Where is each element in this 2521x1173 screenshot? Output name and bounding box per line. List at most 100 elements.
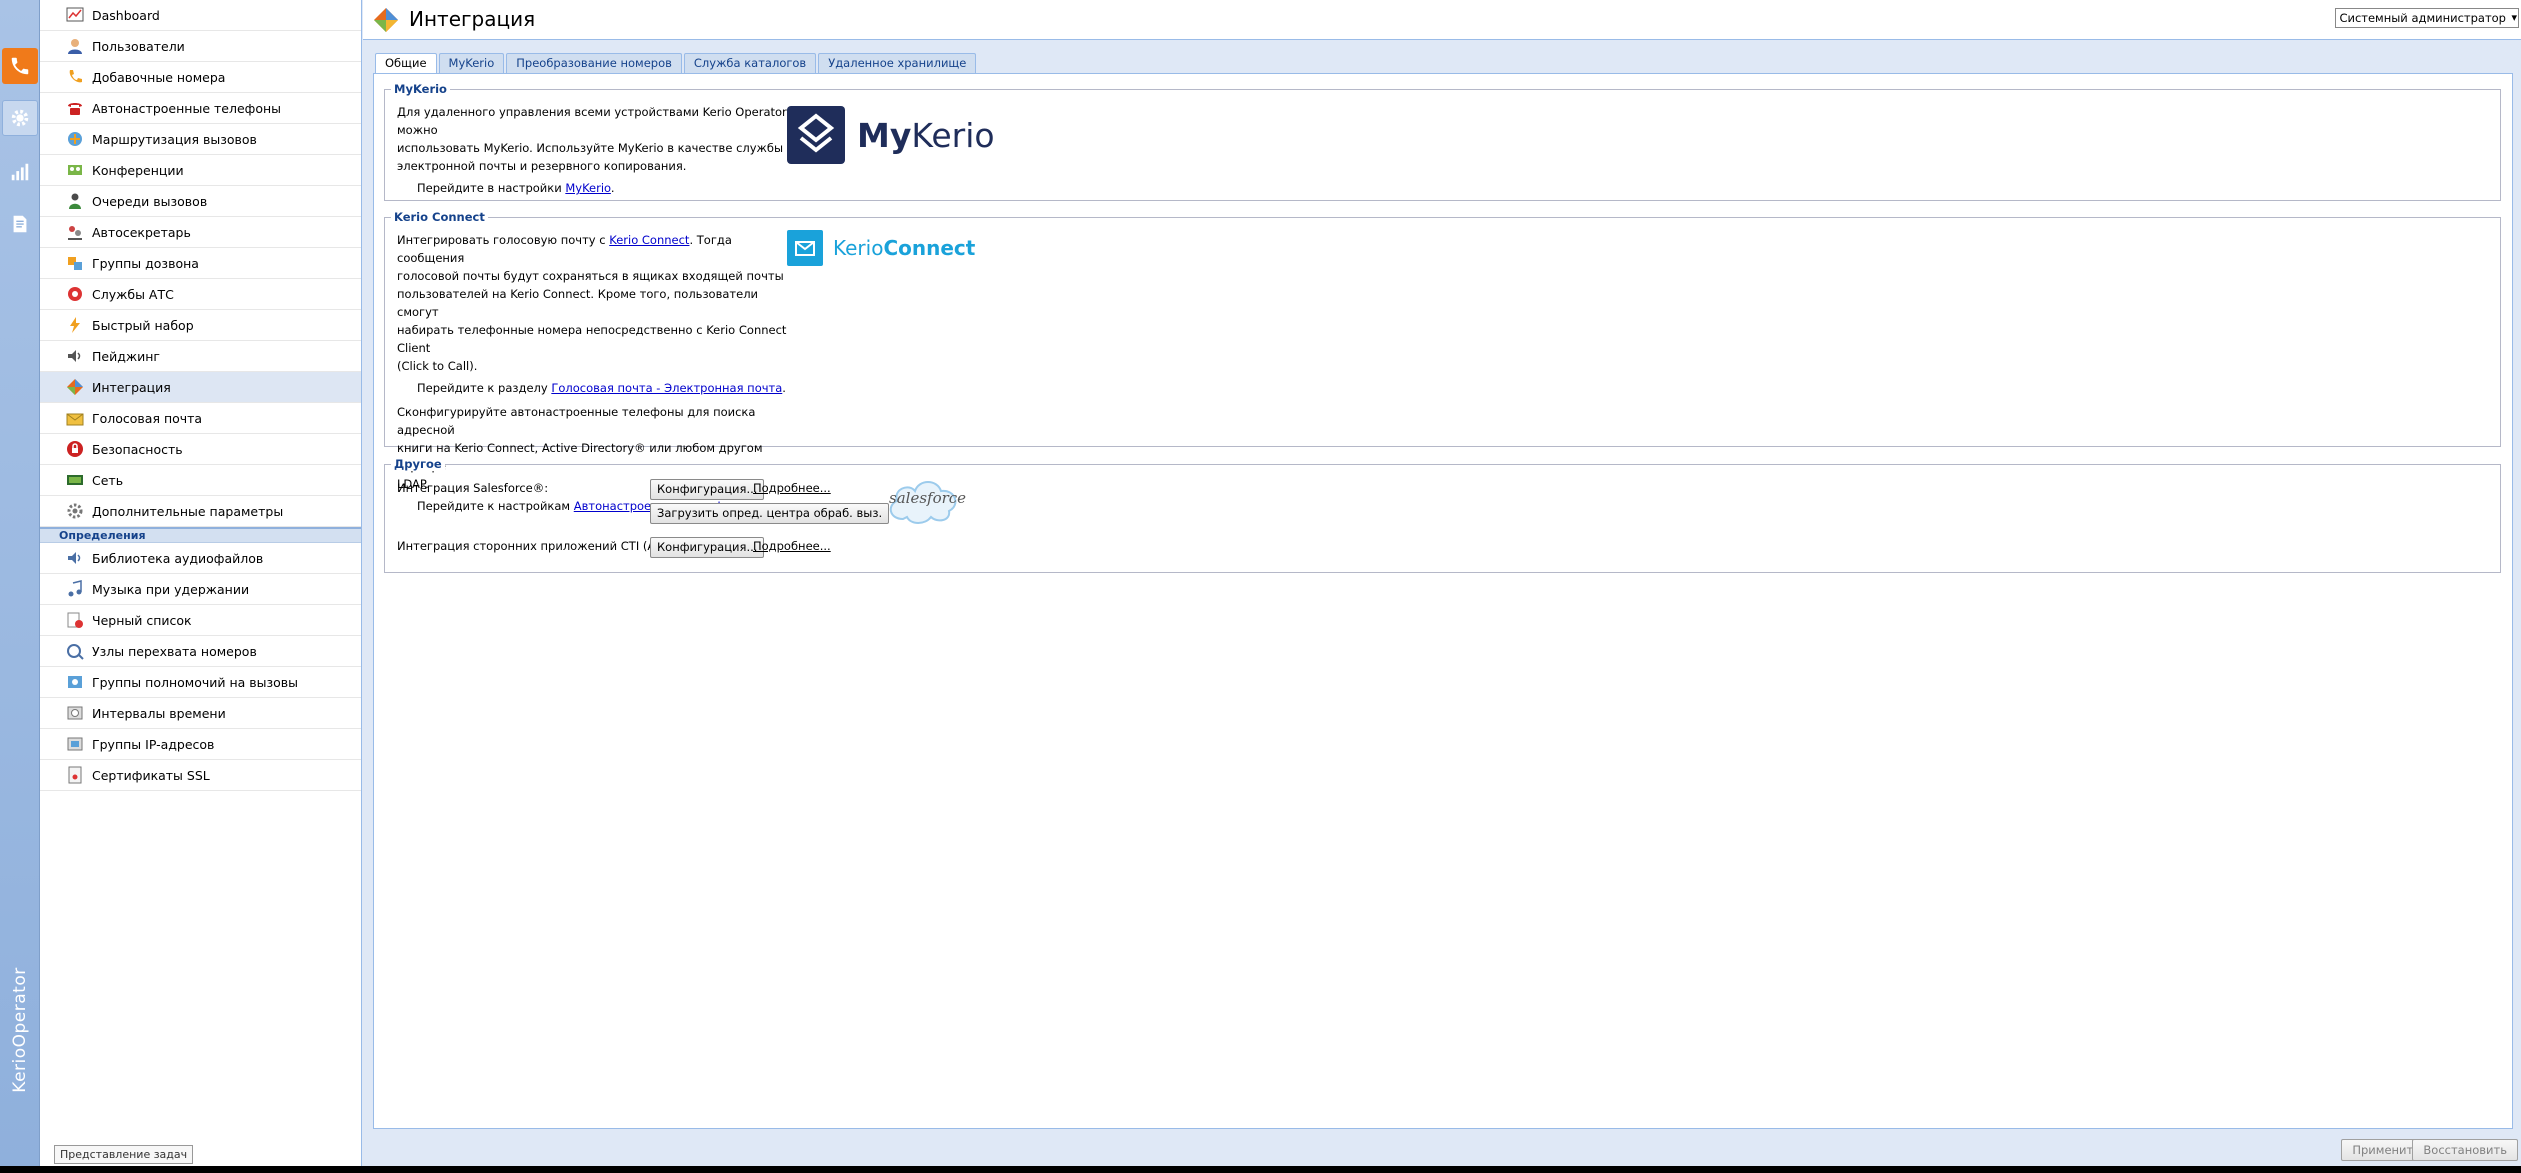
- sidebar-item-handset[interactable]: Добавочные номера: [40, 62, 361, 93]
- mykerio-goto-suffix: .: [610, 181, 615, 195]
- mykerio-line-2: использовать MyKerio. Используйте MyKeri…: [397, 141, 784, 155]
- sidebar-item-label: Группы IP-адресов: [92, 736, 215, 752]
- sidebar-item-blacklist[interactable]: Черный список: [40, 605, 361, 636]
- handset-icon: [66, 68, 84, 86]
- settings-rail-button[interactable]: [2, 100, 38, 136]
- sidebar-item-label: Сеть: [92, 472, 124, 488]
- network-icon: [66, 471, 84, 489]
- sidebar-item-label: Маршрутизация вызовов: [92, 131, 257, 147]
- sidebar-item-user[interactable]: Пользователи: [40, 31, 361, 62]
- tab-bar: Общие MyKerio Преобразование номеров Служба…: [375, 53, 978, 74]
- sidebar-item-audio-library[interactable]: Библиотека аудиофайлов: [40, 543, 361, 574]
- routing-icon: [66, 130, 84, 148]
- sidebar-item-call-permissions[interactable]: Группы полномочий на вызовы: [40, 667, 361, 698]
- sidebar-item-conference[interactable]: Конференции: [40, 155, 361, 186]
- sidebar-item-auto-attendant[interactable]: Автосекретарь: [40, 217, 361, 248]
- mykerio-line-3: электронной почты и резервного копирован…: [397, 159, 687, 173]
- music-icon: [66, 580, 84, 598]
- sidebar-item-integration[interactable]: Интеграция: [40, 372, 361, 403]
- connect-p1-line-2: голосовой почты будут сохраняться в ящик…: [397, 269, 784, 283]
- integration-icon: [374, 8, 398, 32]
- mykerio-logo-icon: [787, 106, 845, 164]
- mykerio-settings-link[interactable]: MyKerio: [565, 181, 611, 195]
- sidebar-item-dashboard[interactable]: Dashboard: [40, 0, 361, 31]
- mykerio-goto: Перейдите в настройки MyKerio.: [397, 179, 787, 197]
- sidebar-item-queue[interactable]: Очереди вызовов: [40, 186, 361, 217]
- security-icon: [66, 440, 84, 458]
- sidebar-item-label: Dashboard: [92, 7, 160, 23]
- sidebar-item-ring-group[interactable]: Группы дозвона: [40, 248, 361, 279]
- mykerio-description: Для удаленного управления всеми устройст…: [397, 103, 787, 197]
- main-area: Интеграция Системный администратор Общие…: [363, 0, 2521, 1166]
- sidebar-item-label: Автосекретарь: [92, 224, 191, 240]
- sidebar-item-label: Автонастроенные телефоны: [92, 100, 282, 116]
- sidebar-item-security[interactable]: Безопасность: [40, 434, 361, 465]
- sidebar-item-label: Музыка при удержании: [92, 581, 250, 597]
- salesforce-logo-text: salesforce: [889, 489, 967, 507]
- sidebar-item-pbx-services[interactable]: Службы АТС: [40, 279, 361, 310]
- time-intervals-icon: [66, 704, 84, 722]
- blacklist-icon: [66, 611, 84, 629]
- kerio-connect-group: Kerio Connect Интегрировать голосовую по…: [384, 210, 2501, 513]
- sidebar-item-label: Группы дозвона: [92, 255, 199, 271]
- sidebar-item-network[interactable]: Сеть: [40, 465, 361, 496]
- sidebar-item-ip-groups[interactable]: Группы IP-адресов: [40, 729, 361, 760]
- call-permissions-icon: [66, 673, 84, 691]
- sidebar-item-label: Безопасность: [92, 441, 183, 457]
- sidebar-item-label: Черный список: [92, 612, 192, 628]
- tab-directory-service[interactable]: Служба каталогов: [683, 53, 817, 73]
- tab-remote-storage[interactable]: Удаленное хранилище: [818, 53, 977, 73]
- statistics-rail-button[interactable]: [2, 154, 38, 190]
- sidebar-item-label: Пользователи: [92, 38, 185, 54]
- sidebar-item-speaker[interactable]: Пейджинг: [40, 341, 361, 372]
- sidebar-item-label: Добавочные номера: [92, 69, 226, 85]
- sidebar-item-desk-phone[interactable]: Автонастроенные телефоны: [40, 93, 361, 124]
- speaker-icon: [66, 347, 84, 365]
- kerio-connect-logo: KerioConnect: [787, 230, 975, 266]
- cti-config-button[interactable]: Конфигурация...: [650, 537, 765, 558]
- mykerio-group-title: MyKerio: [391, 82, 450, 96]
- sidebar-item-routing[interactable]: Маршрутизация вызовов: [40, 124, 361, 155]
- mykerio-line-1: Для удаленного управления всеми устройст…: [397, 105, 787, 137]
- logs-rail-button[interactable]: [2, 206, 38, 242]
- user-icon: [66, 37, 84, 55]
- restore-button[interactable]: Восстановить: [2412, 1139, 2518, 1161]
- voicemail-email-link[interactable]: Голосовая почта - Электронная почта: [551, 381, 782, 395]
- sidebar-item-call-pickup[interactable]: Узлы перехвата номеров: [40, 636, 361, 667]
- phone-icon: [11, 57, 29, 75]
- sidebar-item-voicemail[interactable]: Голосовая почта: [40, 403, 361, 434]
- sidebar-item-label: Дополнительные параметры: [92, 503, 284, 519]
- salesforce-config-button[interactable]: Конфигурация...: [650, 479, 765, 500]
- sidebar-item-label: Узлы перехвата номеров: [92, 643, 257, 659]
- phone-rail-button[interactable]: [2, 48, 38, 84]
- mykerio-logo: MyKerio: [787, 106, 995, 164]
- kerio-connect-logo-light: Kerio: [833, 236, 884, 260]
- download-call-center-button[interactable]: Загрузить опред. центра обраб. выз.: [650, 503, 890, 524]
- sidebar-item-music[interactable]: Музыка при удержании: [40, 574, 361, 605]
- tab-general[interactable]: Общие: [375, 53, 437, 74]
- salesforce-more-link[interactable]: Подробнее...: [753, 479, 831, 497]
- connect-p1-line-5: (Click to Call).: [397, 359, 478, 373]
- sidebar-item-certificate[interactable]: Сертификаты SSL: [40, 760, 361, 791]
- sidebar-item-time-intervals[interactable]: Интервалы времени: [40, 698, 361, 729]
- task-view-button[interactable]: Представление задач: [54, 1145, 194, 1164]
- kerio-operator-app: KerioOperator Dashboard Пользователи Добав…: [0, 0, 2521, 1173]
- ip-groups-icon: [66, 735, 84, 753]
- kerio-connect-logo-icon: [787, 230, 823, 266]
- queue-icon: [66, 192, 84, 210]
- user-menu-select[interactable]: Системный администратор: [2335, 8, 2519, 28]
- tab-mykerio[interactable]: MyKerio: [438, 53, 505, 73]
- page-title: Интеграция: [409, 7, 536, 31]
- cti-more-link[interactable]: Подробнее...: [753, 537, 831, 555]
- connect-p1-line-3: пользователей на Kerio Connect. Кроме то…: [397, 287, 759, 319]
- tab-content-panel: MyKerio Для удаленного управления всеми …: [373, 73, 2513, 1129]
- sidebar-item-label: Очереди вызовов: [92, 193, 208, 209]
- navigation-panel: Dashboard Пользователи Добавочные номера Ав…: [40, 0, 362, 1166]
- tab-number-conversion[interactable]: Преобразование номеров: [506, 53, 682, 73]
- sidebar-item-advanced-settings[interactable]: Дополнительные параметры: [40, 496, 361, 527]
- sidebar-item-lightning[interactable]: Быстрый набор: [40, 310, 361, 341]
- cti-label: Интеграция сторонних приложений CTI (AMI…: [397, 539, 677, 553]
- connect-p1-prefix: Интегрировать голосовую почту с: [397, 233, 610, 247]
- nav-section-definitions: Определения: [40, 527, 361, 543]
- kerio-connect-link[interactable]: Kerio Connect: [609, 233, 689, 247]
